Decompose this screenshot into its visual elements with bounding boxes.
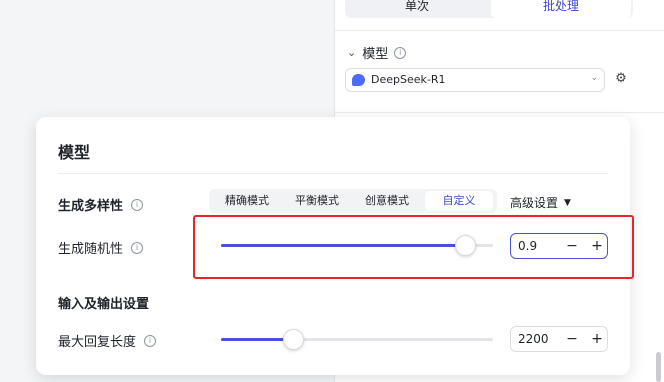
tab-creative-mode[interactable]: 创意模式 <box>353 189 421 213</box>
io-section-label: 输入及输出设置 <box>58 297 150 312</box>
info-icon[interactable]: i <box>394 46 407 59</box>
advanced-settings-label: 高级设置 <box>510 196 559 210</box>
max-length-slider[interactable] <box>221 327 493 351</box>
chevron-down-icon[interactable]: ⌄ <box>347 46 356 59</box>
io-section-header: 输入及输出设置 <box>58 293 149 312</box>
max-length-value[interactable]: 2200 <box>518 332 549 346</box>
decrement-button[interactable]: − <box>563 330 581 348</box>
max-length-label: 最大回复长度 <box>58 335 137 350</box>
caret-down-icon: ▼ <box>564 197 571 208</box>
divider <box>335 30 664 31</box>
card-title: 模型 <box>58 143 91 162</box>
chevron-down-icon: ⌄ <box>590 73 598 83</box>
diversity-label: 生成多样性 <box>58 199 124 214</box>
deepseek-logo-icon <box>352 74 365 86</box>
tab-single[interactable]: 单次 <box>347 0 487 18</box>
gear-icon[interactable]: ⚙ <box>614 72 628 86</box>
advanced-settings-dropdown[interactable]: 高级设置 ▼ <box>510 194 571 211</box>
max-length-stepper[interactable]: 2200 − + <box>510 326 608 352</box>
model-select[interactable]: DeepSeek-R1 ⌄ <box>345 68 605 92</box>
max-length-row-label: 最大回复长度 i <box>58 331 157 350</box>
model-section-header[interactable]: ⌄ 模型 i <box>347 43 407 62</box>
model-header-label: 模型 <box>362 47 389 62</box>
tab-balanced-mode[interactable]: 平衡模式 <box>283 189 351 213</box>
slider-handle[interactable] <box>283 329 304 350</box>
tab-precise-mode[interactable]: 精确模式 <box>213 189 281 213</box>
divider <box>58 173 608 174</box>
info-icon[interactable]: i <box>131 198 144 211</box>
tab-batch[interactable]: 批处理 <box>491 0 631 18</box>
highlight-annotation-box <box>193 215 634 279</box>
scrollbar-thumb[interactable] <box>656 352 661 382</box>
increment-button[interactable]: + <box>588 330 606 348</box>
diversity-row-label: 生成多样性 i <box>58 195 144 214</box>
run-mode-toggle: 单次 批处理 <box>345 0 633 18</box>
info-icon[interactable]: i <box>131 241 144 254</box>
info-icon[interactable]: i <box>144 334 157 347</box>
randomness-label: 生成随机性 <box>58 242 124 257</box>
model-select-value: DeepSeek-R1 <box>371 73 446 86</box>
randomness-row-label: 生成随机性 i <box>58 238 144 257</box>
diversity-mode-tabs: 精确模式 平衡模式 创意模式 自定义 <box>209 189 497 213</box>
tab-custom-mode[interactable]: 自定义 <box>425 191 493 211</box>
divider <box>335 112 664 113</box>
